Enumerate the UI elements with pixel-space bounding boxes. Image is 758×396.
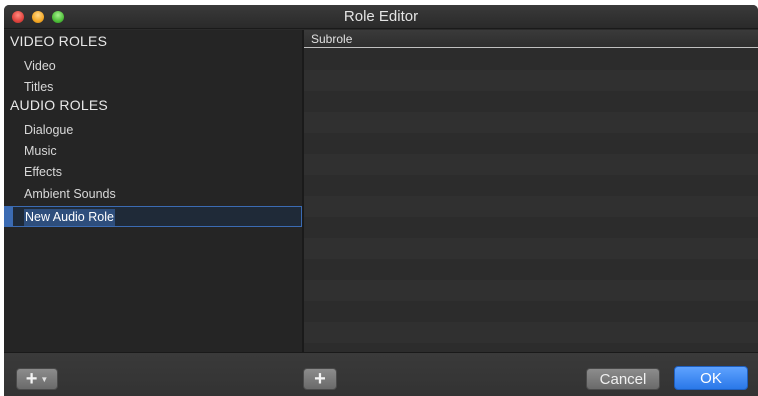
role-name-edit-text[interactable]: New Audio Role	[24, 209, 115, 226]
subrole-column-header[interactable]: Subrole	[304, 30, 758, 48]
subrole-empty-row	[304, 301, 758, 322]
add-role-button[interactable]: + ▼	[16, 368, 58, 390]
subrole-empty-row	[304, 154, 758, 175]
subrole-empty-row	[304, 175, 758, 196]
role-item-dialogue[interactable]: Dialogue	[4, 120, 302, 141]
ok-button[interactable]: OK	[674, 366, 748, 390]
role-item-music[interactable]: Music	[4, 141, 302, 162]
audio-roles-header: AUDIO ROLES	[10, 97, 108, 113]
subrole-empty-row	[304, 259, 758, 280]
role-item-effects[interactable]: Effects	[4, 162, 302, 183]
subrole-empty-row	[304, 133, 758, 154]
subrole-empty-row	[304, 91, 758, 112]
subrole-empty-row	[304, 112, 758, 133]
subrole-list: Subrole	[304, 30, 758, 364]
title-bar[interactable]: Role Editor	[4, 5, 758, 29]
subrole-empty-row	[304, 70, 758, 91]
selection-marker	[5, 207, 13, 226]
cancel-button[interactable]: Cancel	[586, 368, 660, 390]
roles-list: VIDEO ROLES Video Titles AUDIO ROLES Dia…	[4, 30, 302, 352]
bottom-toolbar: + ▼ + Cancel OK	[4, 352, 758, 396]
role-name-edit-field[interactable]: New Audio Role	[4, 206, 302, 227]
subrole-empty-row	[304, 217, 758, 238]
plus-icon: +	[25, 368, 38, 390]
plus-icon: +	[314, 368, 326, 390]
add-subrole-button[interactable]: +	[303, 368, 337, 390]
subrole-empty-row	[304, 49, 758, 70]
role-item-ambient-sounds[interactable]: Ambient Sounds	[4, 184, 302, 205]
role-editor-window: Role Editor VIDEO ROLES Video Titles AUD…	[4, 5, 758, 396]
window-title: Role Editor	[343, 8, 419, 25]
role-item-titles[interactable]: Titles	[4, 77, 302, 98]
subrole-empty-row	[304, 196, 758, 217]
subrole-empty-row	[304, 322, 758, 343]
video-roles-header: VIDEO ROLES	[10, 33, 108, 49]
subrole-empty-row	[304, 238, 758, 259]
chevron-down-icon: ▼	[40, 374, 49, 384]
role-item-video[interactable]: Video	[4, 56, 302, 77]
subrole-empty-row	[304, 280, 758, 301]
